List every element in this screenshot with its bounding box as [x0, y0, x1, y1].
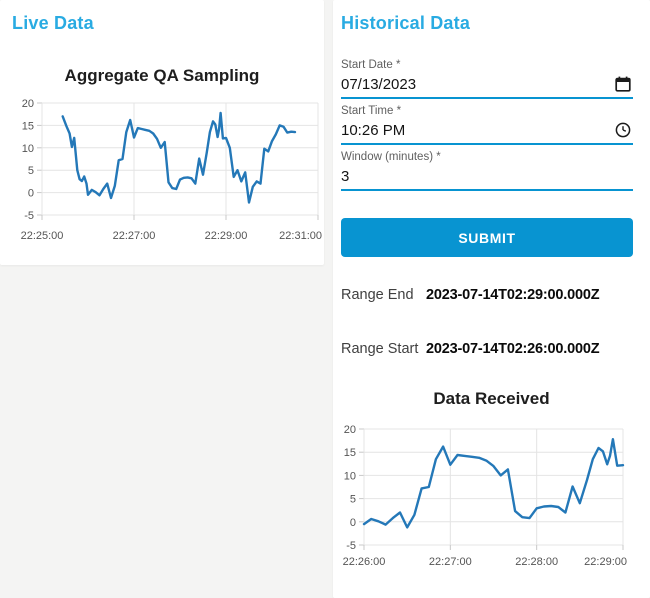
- svg-text:0: 0: [28, 188, 34, 200]
- svg-text:22:26:00: 22:26:00: [343, 556, 386, 568]
- svg-text:22:27:00: 22:27:00: [113, 230, 156, 242]
- svg-text:15: 15: [22, 120, 34, 132]
- window-minutes-field: Window (minutes) *: [341, 151, 633, 191]
- svg-text:22:25:00: 22:25:00: [21, 230, 64, 242]
- svg-text:22:27:00: 22:27:00: [429, 556, 472, 568]
- svg-text:-5: -5: [346, 540, 356, 552]
- range-end-row: Range End 2023-07-14T02:29:00.000Z: [341, 287, 641, 305]
- start-date-label: Start Date *: [341, 59, 401, 71]
- start-date-input-wrap: [341, 73, 633, 99]
- range-end-value: 2023-07-14T02:29:00.000Z: [426, 287, 600, 303]
- range-start-value: 2023-07-14T02:26:00.000Z: [426, 341, 600, 357]
- svg-text:5: 5: [28, 165, 34, 177]
- start-time-input-wrap: [341, 119, 633, 145]
- svg-text:10: 10: [344, 470, 356, 482]
- range-start-label: Range Start: [341, 341, 419, 357]
- clock-icon[interactable]: [615, 122, 631, 138]
- start-date-field: Start Date *: [341, 59, 633, 99]
- submit-button[interactable]: SUBMIT: [341, 218, 633, 257]
- historical-chart-title: Data Received: [433, 389, 550, 408]
- historical-chart-canvas: 20 15 10 5 0 -5 22:26:00 22:27:00 22:28:00 22:29:…: [343, 424, 627, 568]
- window-minutes-input-wrap: [341, 165, 633, 191]
- svg-text:20: 20: [22, 98, 34, 110]
- live-chart-title: Aggregate QA Sampling: [64, 66, 260, 85]
- range-end-label: Range End: [341, 287, 414, 303]
- svg-text:22:29:00: 22:29:00: [584, 556, 627, 568]
- svg-text:15: 15: [344, 447, 356, 459]
- svg-text:-5: -5: [24, 210, 34, 222]
- svg-text:10: 10: [22, 143, 34, 155]
- svg-text:22:28:00: 22:28:00: [515, 556, 558, 568]
- start-time-input[interactable]: [341, 119, 593, 141]
- live-data-panel: Live Data Aggregate QA Sampling 20 15 10 5 0…: [0, 0, 324, 265]
- range-start-row: Range Start 2023-07-14T02:26:00.000Z: [341, 341, 641, 359]
- window-minutes-input[interactable]: [341, 165, 593, 187]
- svg-text:22:29:00: 22:29:00: [205, 230, 248, 242]
- historical-data-heading: Historical Data: [341, 13, 471, 33]
- window-minutes-label: Window (minutes) *: [341, 151, 441, 163]
- svg-text:20: 20: [344, 424, 356, 436]
- historical-data-panel: Historical Data Start Date * Start Time …: [333, 0, 650, 598]
- svg-text:0: 0: [350, 517, 356, 529]
- start-time-field: Start Time *: [341, 105, 633, 145]
- start-date-input[interactable]: [341, 73, 593, 95]
- start-time-label: Start Time *: [341, 105, 402, 117]
- svg-text:22:31:00: 22:31:00: [279, 230, 322, 242]
- live-data-heading: Live Data: [12, 13, 94, 33]
- svg-text:5: 5: [350, 494, 356, 506]
- calendar-icon[interactable]: [615, 76, 631, 92]
- live-chart-canvas: 20 15 10 5 0 -5 22:25:00 22:27:00 22:29:00 22:31:…: [21, 98, 322, 242]
